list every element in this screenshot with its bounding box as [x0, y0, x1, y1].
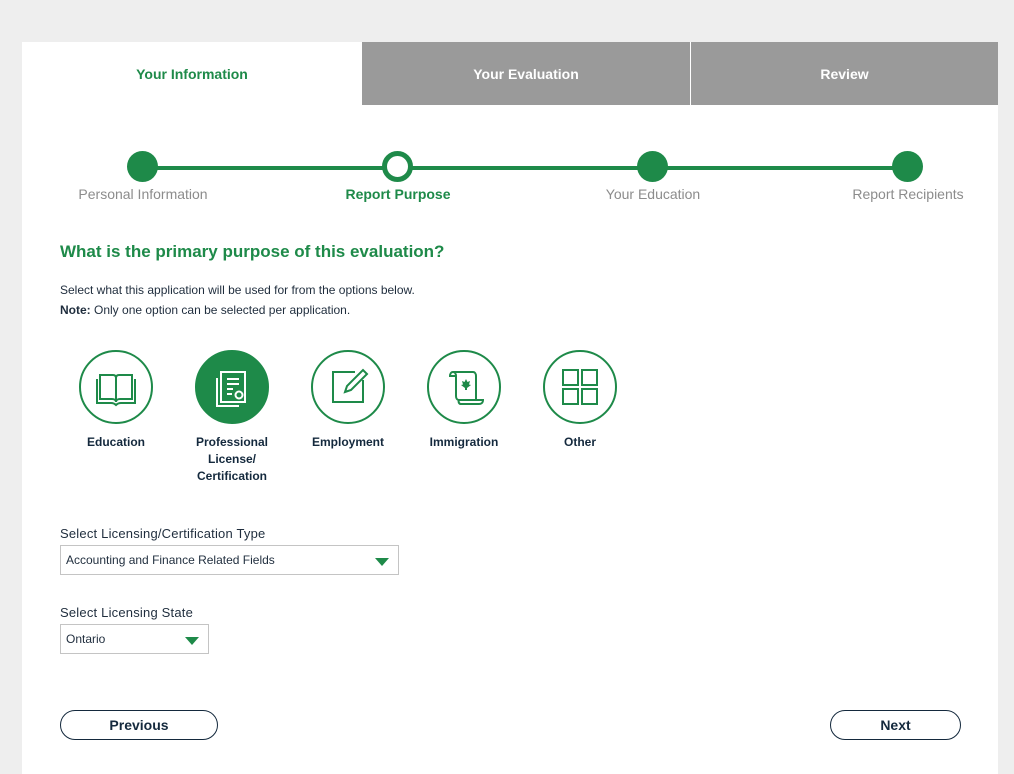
licensing-type-label: Select Licensing/Certification Type — [60, 526, 266, 541]
section-heading: What is the primary purpose of this eval… — [60, 242, 445, 261]
next-button[interactable]: Next — [830, 710, 961, 740]
instructions: Select what this application will be use… — [60, 280, 415, 320]
option-label-employment: Employment — [311, 435, 384, 449]
purpose-option-immigration[interactable]: Immigration — [414, 350, 514, 451]
grid-icon[interactable] — [543, 350, 617, 424]
step-label-personal-information: Personal Information — [78, 186, 208, 202]
chevron-down-icon[interactable] — [375, 558, 389, 566]
previous-button[interactable]: Previous — [60, 710, 218, 740]
certificate-document-icon[interactable] — [195, 350, 269, 424]
step-dot-your-education — [637, 151, 668, 182]
note-text: Only one option can be selected per appl… — [90, 303, 351, 317]
step-dot-report-recipients — [892, 151, 923, 182]
pencil-edit-icon[interactable] — [311, 350, 385, 424]
note-line: Note: Only one option can be selected pe… — [60, 300, 415, 320]
licensing-type-select[interactable]: Accounting and Finance Related Fields — [60, 545, 399, 575]
stepper-line — [143, 166, 908, 170]
option-label-education: Education — [86, 435, 145, 449]
purpose-option-education[interactable]: Education — [66, 350, 166, 451]
step-dot-report-purpose — [382, 151, 413, 182]
licensing-state-select[interactable]: Ontario — [60, 624, 209, 654]
application-card: Your Information Your Evaluation Review … — [22, 42, 998, 774]
purpose-option-employment[interactable]: Employment — [298, 350, 398, 451]
book-icon[interactable] — [79, 350, 153, 424]
chevron-down-icon[interactable] — [185, 637, 199, 645]
licensing-state-value: Ontario — [66, 632, 106, 646]
licensing-state-label: Select Licensing State — [60, 605, 194, 620]
purpose-option-professional-license[interactable]: Professional License/ Certification — [182, 350, 282, 485]
tab-review[interactable]: Review — [691, 42, 998, 105]
option-label-immigration: Immigration — [429, 435, 499, 449]
tab-your-information[interactable]: Your Information — [22, 42, 362, 105]
tab-your-evaluation[interactable]: Your Evaluation — [362, 42, 691, 105]
licensing-type-value: Accounting and Finance Related Fields — [66, 553, 275, 567]
purpose-option-other[interactable]: Other — [530, 350, 630, 451]
option-label-professional: Professional License/ Certification — [195, 435, 269, 483]
note-label: Note: — [60, 303, 91, 317]
maple-leaf-scroll-icon[interactable] — [427, 350, 501, 424]
step-label-your-education: Your Education — [605, 186, 701, 202]
tab-bar: Your Information Your Evaluation Review — [22, 42, 998, 105]
instruction-text: Select what this application will be use… — [60, 283, 415, 297]
step-dot-personal-information — [127, 151, 158, 182]
step-label-report-recipients: Report Recipients — [852, 186, 964, 202]
step-label-report-purpose: Report Purpose — [345, 186, 451, 202]
option-label-other: Other — [563, 435, 596, 449]
